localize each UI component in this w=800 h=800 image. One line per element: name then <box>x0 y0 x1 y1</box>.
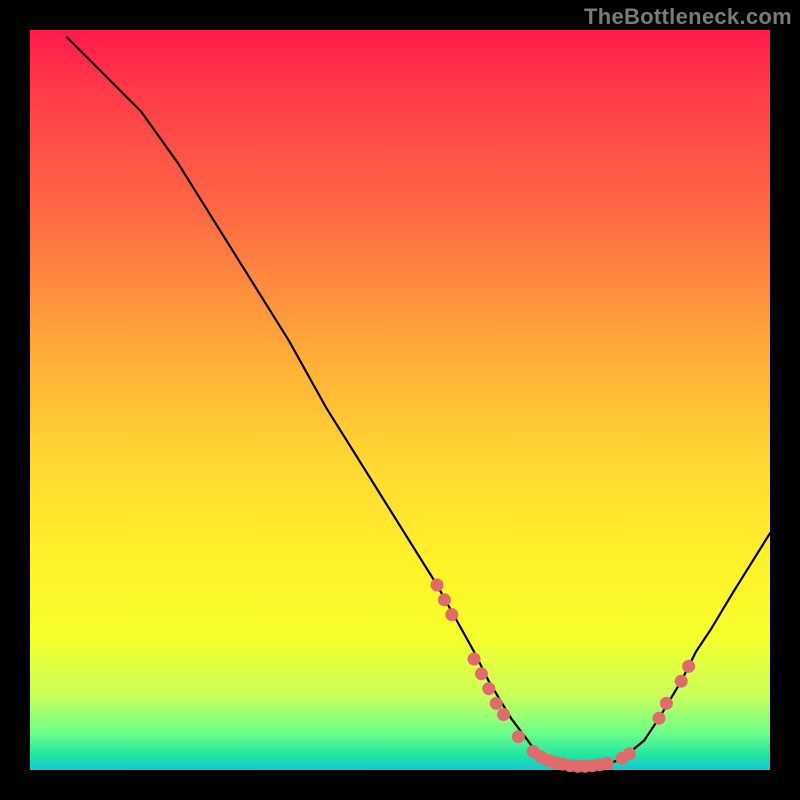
scatter-point <box>683 660 695 672</box>
scatter-point <box>675 675 687 687</box>
scatter-point <box>431 579 443 591</box>
chart-svg <box>30 30 770 770</box>
scatter-point <box>438 594 450 606</box>
scatter-point <box>623 748 635 760</box>
bottleneck-curve <box>67 37 770 766</box>
scatter-point <box>601 757 613 769</box>
scatter-point <box>446 609 458 621</box>
scatter-point <box>483 683 495 695</box>
scatter-points-group <box>431 579 695 772</box>
scatter-point <box>490 697 502 709</box>
watermark-text: TheBottleneck.com <box>584 4 792 30</box>
scatter-point <box>468 653 480 665</box>
scatter-point <box>660 697 672 709</box>
scatter-point <box>653 712 665 724</box>
scatter-point <box>512 731 524 743</box>
chart-plot-area <box>30 30 770 770</box>
scatter-point <box>475 668 487 680</box>
scatter-point <box>498 709 510 721</box>
